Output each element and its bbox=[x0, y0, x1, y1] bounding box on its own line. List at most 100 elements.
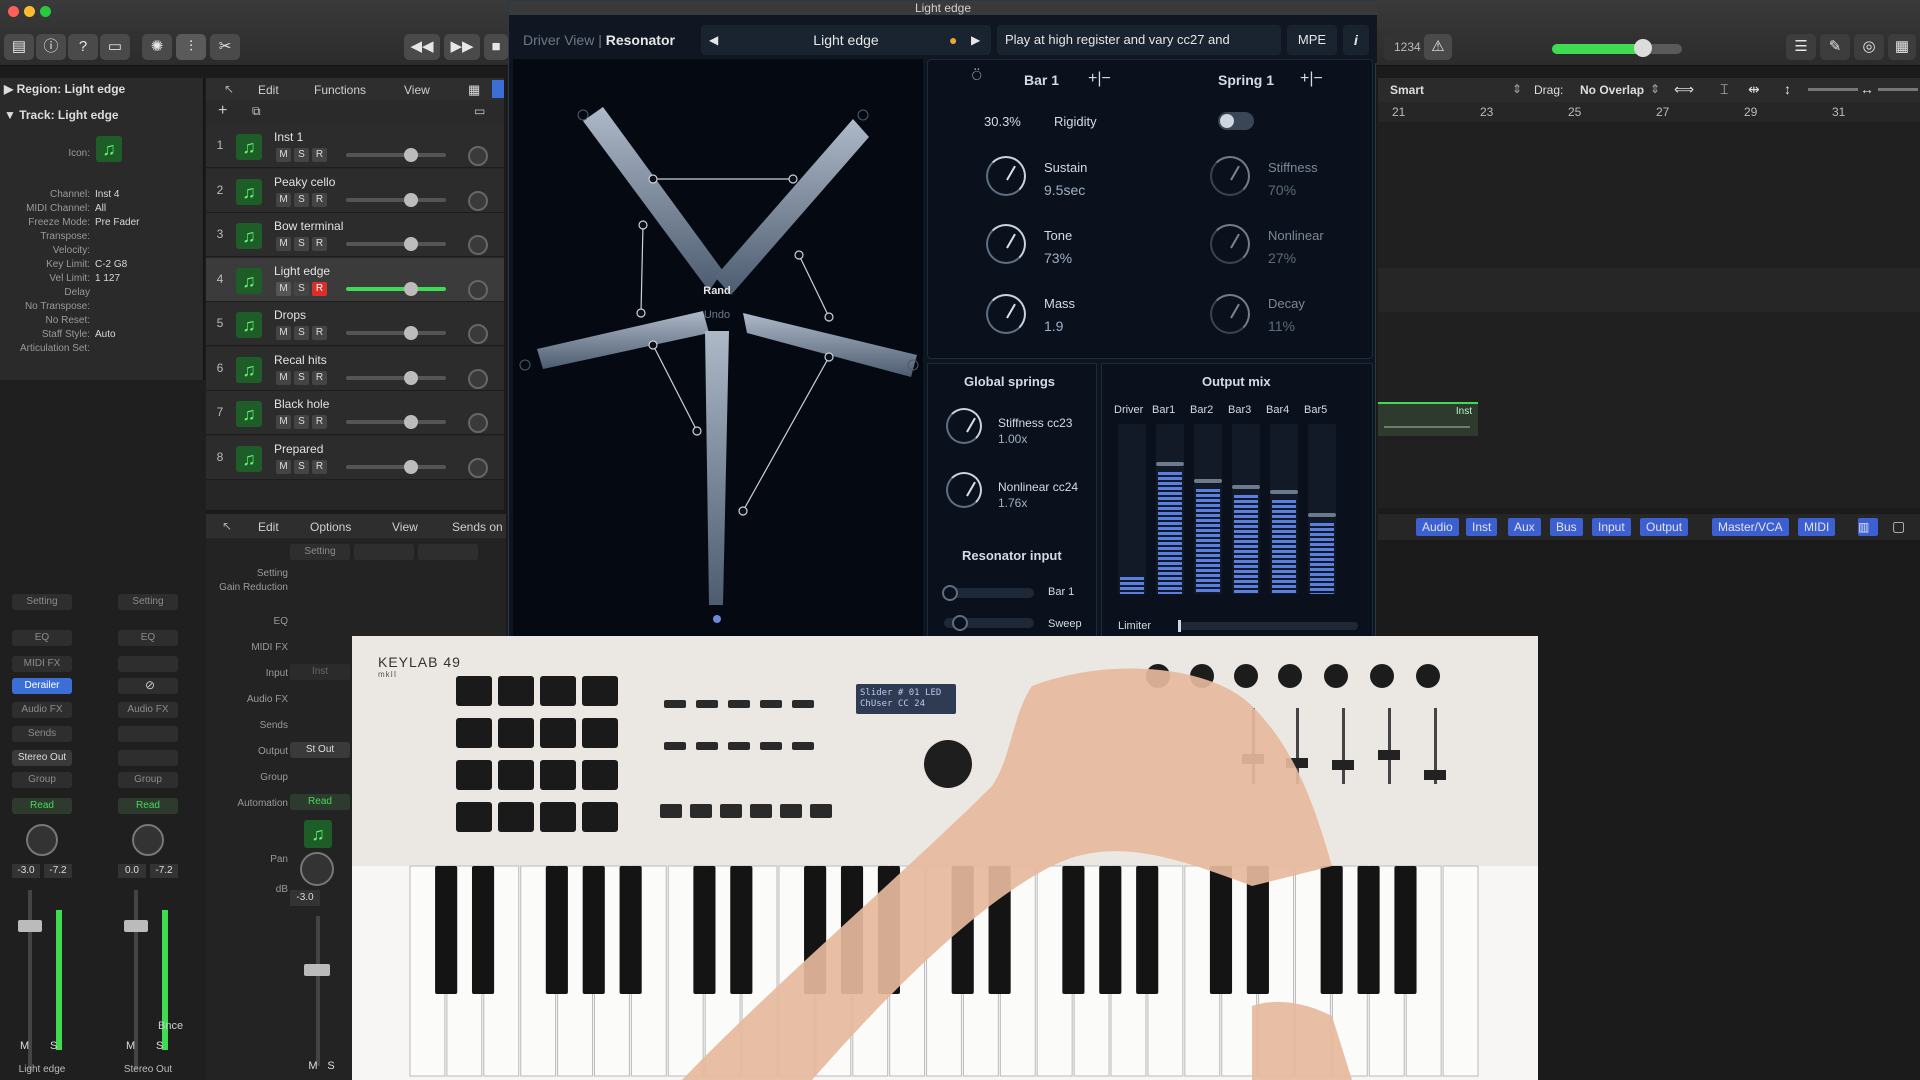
mix-meter-track[interactable] bbox=[1118, 424, 1146, 594]
track-pan-knob[interactable] bbox=[468, 279, 488, 300]
strip-eq-slot[interactable]: EQ bbox=[12, 630, 72, 646]
strip-input-slot[interactable]: Inst bbox=[290, 664, 350, 680]
vertical-zoom-slider[interactable] bbox=[1808, 88, 1858, 91]
toolbar-icon[interactable]: ▭ bbox=[100, 34, 130, 60]
resonator-input-sweep-slider[interactable] bbox=[944, 615, 1034, 631]
solo-button[interactable]: S bbox=[294, 326, 309, 340]
mixer-icon[interactable]: ⫶ bbox=[176, 34, 206, 60]
stop-icon[interactable]: ■ bbox=[484, 34, 508, 60]
waveform-zoom-icon[interactable]: ⟺ bbox=[1674, 81, 1694, 98]
track-name[interactable]: Drops bbox=[274, 308, 306, 322]
bar-spring-toggle[interactable] bbox=[1218, 112, 1254, 130]
resonator-bar-5[interactable] bbox=[705, 331, 729, 605]
inspector-row[interactable]: Articulation Set: bbox=[0, 341, 204, 358]
global-stiffness-knob[interactable] bbox=[946, 408, 982, 444]
strip-empty-slot[interactable] bbox=[118, 656, 178, 672]
mixer-single-view-icon[interactable]: ▥ bbox=[1858, 518, 1878, 536]
record-arm-button[interactable]: R bbox=[312, 326, 327, 340]
mixer-edit-menu[interactable]: Edit bbox=[258, 520, 279, 534]
strip-instrument-icon[interactable]: ♫ bbox=[304, 820, 332, 848]
track-name[interactable]: Inst 1 bbox=[274, 130, 303, 144]
list-view-icon[interactable] bbox=[492, 80, 504, 98]
notepad-icon[interactable]: ✎ bbox=[1820, 34, 1850, 60]
record-arm-button[interactable]: R bbox=[312, 415, 327, 429]
resonator-bar-2[interactable] bbox=[715, 119, 869, 295]
track-name[interactable]: Light edge bbox=[274, 264, 330, 278]
spring-selector[interactable]: Spring 1 bbox=[1218, 72, 1274, 88]
mixer-category-input[interactable]: Input bbox=[1592, 518, 1631, 536]
horizontal-zoom-slider[interactable] bbox=[1878, 88, 1918, 91]
strip-eq-slot[interactable]: EQ bbox=[118, 630, 178, 646]
strip-audiofx-slot[interactable]: Audio FX bbox=[118, 702, 178, 718]
view-menu[interactable]: View bbox=[404, 83, 430, 97]
track-volume-slider[interactable] bbox=[346, 331, 446, 335]
mix-fader-cap[interactable] bbox=[1194, 479, 1222, 483]
mixer-tracks-view-icon[interactable]: ▢ bbox=[1892, 518, 1905, 535]
track-volume-slider[interactable] bbox=[346, 375, 446, 380]
track-row[interactable]: 6 ♫ Recal hits M S R bbox=[206, 346, 504, 391]
tab-resonator[interactable]: Resonator bbox=[606, 32, 675, 48]
track-name[interactable]: Recal hits bbox=[274, 353, 327, 367]
track-row[interactable]: 8 ♫ Prepared M S R bbox=[206, 435, 504, 480]
strip-solo-button[interactable]: S bbox=[324, 1060, 338, 1074]
solo-button[interactable]: S bbox=[294, 192, 309, 207]
track-volume-slider[interactable] bbox=[346, 420, 446, 424]
mix-fader-cap[interactable] bbox=[1308, 513, 1336, 517]
track-pan-knob[interactable] bbox=[468, 324, 488, 344]
drag-mode-selector[interactable]: No Overlap bbox=[1580, 83, 1644, 97]
help-icon[interactable]: ? bbox=[68, 34, 98, 60]
track-pan-knob[interactable] bbox=[468, 457, 488, 478]
strip-setting-button[interactable]: Setting bbox=[290, 544, 350, 560]
track-instrument-icon[interactable]: ♫ bbox=[236, 223, 262, 249]
tuner-icon[interactable]: ⚠ bbox=[1424, 34, 1452, 60]
strip-empty-slot[interactable] bbox=[118, 726, 178, 742]
strip-audiofx-slot[interactable]: Audio FX bbox=[12, 702, 72, 718]
strip-fader-track[interactable] bbox=[316, 916, 320, 1066]
resonator-bar-3[interactable] bbox=[537, 311, 709, 369]
rewind-icon[interactable]: ◀◀ bbox=[404, 34, 440, 60]
record-arm-button[interactable]: R bbox=[312, 148, 327, 162]
mixer-category-midi[interactable]: MIDI bbox=[1798, 518, 1836, 536]
smart-controls-icon[interactable]: ✺ bbox=[142, 34, 172, 60]
sustain-knob[interactable] bbox=[986, 156, 1026, 196]
close-window-icon[interactable] bbox=[8, 6, 19, 17]
stiffness-knob[interactable] bbox=[1210, 156, 1250, 196]
track-instrument-icon[interactable]: ♫ bbox=[236, 267, 262, 294]
strip-mute-button[interactable]: M bbox=[20, 1040, 34, 1052]
strip-mute-button[interactable]: M bbox=[126, 1040, 140, 1052]
track-header[interactable]: ▼ Track: Light edge bbox=[4, 108, 119, 122]
track-volume-slider[interactable] bbox=[346, 153, 446, 157]
inspector-row-value[interactable]: 1 127 bbox=[95, 273, 120, 284]
library-icon[interactable]: ▤ bbox=[4, 34, 34, 60]
functions-menu[interactable]: Functions bbox=[314, 83, 366, 97]
track-instrument-icon[interactable]: ♫ bbox=[236, 445, 262, 472]
strip-pan-knob[interactable] bbox=[26, 824, 58, 856]
duplicate-track-icon[interactable]: ⧉ bbox=[252, 104, 261, 119]
strip-midi-slot[interactable]: MIDI FX bbox=[12, 656, 72, 672]
midi-region[interactable]: Inst bbox=[1378, 402, 1478, 436]
strip-empty-slot[interactable] bbox=[118, 750, 178, 766]
minimize-window-icon[interactable] bbox=[24, 6, 35, 17]
mixer-category-master-vca[interactable]: Master/VCA bbox=[1712, 518, 1789, 536]
inspector-icon[interactable]: ⓘ bbox=[36, 34, 66, 60]
strip-setting-slot[interactable]: Setting bbox=[118, 594, 178, 610]
strip-read-slot[interactable]: Read bbox=[118, 798, 178, 814]
record-arm-button[interactable]: R bbox=[312, 370, 327, 385]
exciter-position-dot[interactable] bbox=[713, 615, 721, 623]
track-volume-handle[interactable] bbox=[404, 148, 418, 162]
rigidity-value[interactable]: 30.3% bbox=[984, 114, 1021, 129]
mpe-button[interactable]: MPE bbox=[1287, 25, 1337, 55]
track-volume-handle[interactable] bbox=[404, 237, 418, 251]
solo-button[interactable]: S bbox=[294, 281, 309, 296]
inspector-row-value[interactable]: C-2 G8 bbox=[95, 259, 127, 270]
mixer-category-bus[interactable]: Bus bbox=[1550, 518, 1583, 536]
bar-add-remove[interactable]: +|− bbox=[1088, 70, 1111, 88]
bar-selector[interactable]: Bar 1 bbox=[1024, 72, 1059, 88]
edit-menu[interactable]: Edit bbox=[258, 83, 279, 97]
strip-fader-handle[interactable] bbox=[124, 920, 148, 932]
mute-button[interactable]: M bbox=[276, 326, 291, 340]
track-volume-handle[interactable] bbox=[404, 459, 418, 474]
solo-button[interactable]: S bbox=[294, 459, 309, 474]
track-instrument-icon[interactable]: ♫ bbox=[236, 312, 262, 338]
strip-group-slot[interactable]: Group bbox=[118, 772, 178, 788]
